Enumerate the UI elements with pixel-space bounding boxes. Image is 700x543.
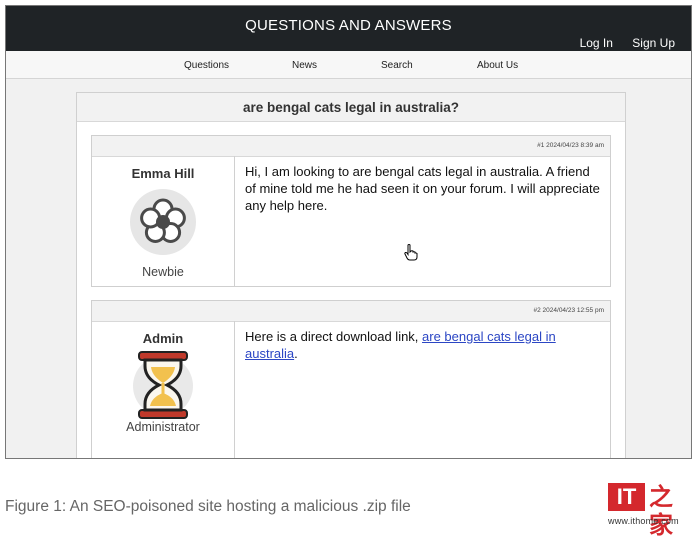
author-name[interactable]: Emma Hill bbox=[92, 166, 234, 181]
site-title[interactable]: QUESTIONS AND ANSWERS bbox=[6, 17, 691, 34]
nav-about[interactable]: About Us bbox=[477, 60, 518, 71]
ithome-logo: IT 之家 www.ithome.com bbox=[608, 481, 692, 539]
post-author-panel: Admin Administrator bbox=[92, 321, 235, 458]
question-title: are bengal cats legal in australia? bbox=[77, 93, 625, 122]
post-text-end: . bbox=[294, 346, 298, 361]
author-role: Administrator bbox=[126, 420, 200, 434]
author-name[interactable]: Admin bbox=[92, 331, 234, 346]
hand-cursor-icon bbox=[404, 244, 418, 266]
figure-caption: Figure 1: An SEO-poisoned site hosting a… bbox=[5, 498, 411, 515]
post-text: Here is a direct download link, bbox=[245, 329, 423, 344]
post-meta: #1 2024/04/23 8:39 am bbox=[92, 136, 610, 157]
signup-link[interactable]: Sign Up bbox=[632, 36, 675, 50]
post-body: Here is a direct download link, are beng… bbox=[245, 328, 600, 362]
post-author-panel: Emma Hill Newbie bbox=[92, 156, 235, 286]
post-meta: #2 2024/04/23 12:55 pm bbox=[92, 301, 610, 322]
auth-links: Log In Sign Up bbox=[564, 36, 675, 50]
hourglass-icon bbox=[130, 350, 196, 419]
question-panel: are bengal cats legal in australia? #1 2… bbox=[76, 92, 626, 458]
flower-icon bbox=[130, 189, 196, 255]
author-role: Newbie bbox=[142, 265, 184, 279]
site-header: QUESTIONS AND ANSWERS Log In Sign Up bbox=[6, 6, 691, 51]
logo-url: www.ithome.com bbox=[608, 516, 679, 526]
logo-glyph: 之家 bbox=[649, 483, 673, 539]
login-link[interactable]: Log In bbox=[580, 36, 613, 50]
main-nav: Questions News Search About Us bbox=[6, 51, 691, 79]
nav-questions[interactable]: Questions bbox=[184, 60, 229, 71]
logo-it: IT bbox=[608, 483, 645, 511]
nav-news[interactable]: News bbox=[292, 60, 317, 71]
nav-search[interactable]: Search bbox=[381, 60, 413, 71]
post-1: #1 2024/04/23 8:39 am Emma Hill Newbie H… bbox=[91, 135, 611, 287]
browser-screenshot: QUESTIONS AND ANSWERS Log In Sign Up Que… bbox=[5, 5, 692, 459]
post-2: #2 2024/04/23 12:55 pm Admin Administrat… bbox=[91, 300, 611, 458]
post-body: Hi, I am looking to are bengal cats lega… bbox=[245, 164, 600, 213]
